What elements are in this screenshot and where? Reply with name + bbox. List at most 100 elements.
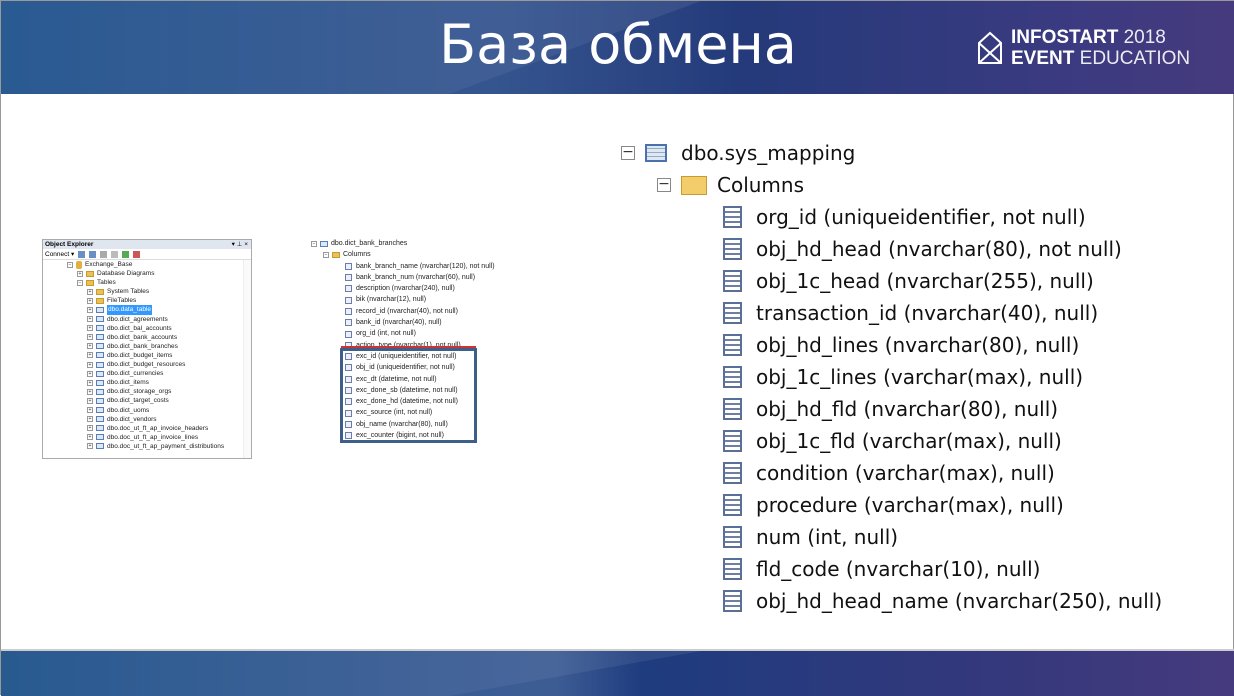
tree-item-column[interactable]: obj_1c_head (nvarchar(255), null) <box>621 265 1162 297</box>
tree-item-column[interactable]: num (int, null) <box>621 521 1162 553</box>
tree-item-column[interactable]: bik (nvarchar(12), null) <box>311 294 495 305</box>
expand-icon[interactable]: + <box>77 270 83 277</box>
tree-item-column[interactable]: record_id (nvarchar(40), not null) <box>311 306 495 317</box>
connect-icon[interactable] <box>78 250 86 258</box>
tree-item-column[interactable]: transaction_id (nvarchar(40), null) <box>621 297 1162 329</box>
expand-icon[interactable]: + <box>87 297 93 304</box>
tree-item-table[interactable]: − dbo.dict_bank_branches <box>311 238 495 249</box>
filter-icon[interactable] <box>111 250 119 258</box>
column-icon <box>723 494 742 516</box>
expand-icon[interactable]: + <box>87 407 93 414</box>
disconnect-icon[interactable] <box>89 250 97 258</box>
tree-item-table[interactable]: + dbo.dict_bank_branches <box>43 342 251 351</box>
table-icon <box>96 325 104 332</box>
tree-item-table[interactable]: + dbo.doc_ut_ft_ap_invoice_lines <box>43 433 251 442</box>
tree-item-table[interactable]: + dbo.dict_budget_items <box>43 351 251 360</box>
tree-item-column[interactable]: obj_1c_fld (varchar(max), null) <box>621 425 1162 457</box>
tree-item-table[interactable]: + dbo.dict_target_costs <box>43 396 251 405</box>
collapse-icon[interactable]: − <box>657 177 671 192</box>
tree-item-table[interactable]: + dbo.dict_vendors <box>43 415 251 424</box>
object-explorer-toolbar: Connect ▾ <box>43 249 251 260</box>
tree-item-table[interactable]: + dbo.dict_bank_accounts <box>43 333 251 342</box>
expand-icon[interactable]: + <box>87 370 93 377</box>
tree-label: fld_code (nvarchar(10), null) <box>756 557 1041 581</box>
tree-item-table[interactable]: + dbo.dict_bal_accounts <box>43 324 251 333</box>
tree-item-table[interactable]: + dbo.dict_agreements <box>43 315 251 324</box>
tree-item-column[interactable]: bank_id (nvarchar(40), null) <box>311 317 495 328</box>
tree-item-column[interactable]: obj_hd_lines (nvarchar(80), null) <box>621 329 1162 361</box>
collapse-icon[interactable]: − <box>323 251 329 258</box>
expand-icon[interactable]: + <box>87 416 93 423</box>
tree-item-folder[interactable]: − Tables <box>43 278 251 287</box>
tree-item-table[interactable]: + dbo.dict_uoms <box>43 406 251 415</box>
tree-item-folder[interactable]: + FileTables <box>43 296 251 305</box>
tree-item-column[interactable]: procedure (varchar(max), null) <box>621 489 1162 521</box>
expand-icon[interactable]: + <box>87 434 93 441</box>
collapse-icon[interactable]: − <box>621 145 635 160</box>
table-icon <box>96 397 104 404</box>
vertical-scrollbar[interactable] <box>243 260 251 458</box>
expand-icon[interactable]: + <box>87 343 93 350</box>
tree-item-column[interactable]: obj_hd_fld (nvarchar(80), null) <box>621 393 1162 425</box>
tree-label: obj_1c_fld (varchar(max), null) <box>756 429 1062 453</box>
tree-item-column[interactable]: bank_branch_name (nvarchar(120), not nul… <box>311 261 495 272</box>
expand-icon[interactable]: + <box>87 397 93 404</box>
tree-item-table[interactable]: − dbo.sys_mapping <box>621 137 1162 169</box>
tree-label: org_id (uniqueidentifier, not null) <box>756 205 1086 229</box>
tree-item-table[interactable]: + dbo.doc_ut_ft_ap_invoice_headers <box>43 424 251 433</box>
connect-button[interactable]: Connect ▾ <box>45 249 74 260</box>
tree-item-column[interactable]: obj_hd_head (nvarchar(80), not null) <box>621 233 1162 265</box>
expand-icon[interactable]: + <box>87 307 93 314</box>
tree-item-table[interactable]: + dbo.dict_currencies <box>43 369 251 378</box>
tree-item-folder[interactable]: + Database Diagrams <box>43 269 251 278</box>
tree-label: Tables <box>97 279 116 287</box>
expand-icon[interactable]: + <box>87 361 93 368</box>
tree-item-column[interactable]: description (nvarchar(240), null) <box>311 283 495 294</box>
expand-icon[interactable]: + <box>87 379 93 386</box>
tree-label: procedure (varchar(max), null) <box>756 493 1064 517</box>
tree-item-column[interactable]: org_id (uniqueidentifier, not null) <box>621 201 1162 233</box>
expand-icon[interactable]: + <box>87 425 93 432</box>
tree-item-table[interactable]: + dbo.dict_storage_orgs <box>43 387 251 396</box>
tree-item-folder[interactable]: − Columns <box>311 249 495 260</box>
exchange-columns-highlight <box>340 348 477 443</box>
expand-icon[interactable]: + <box>87 316 93 323</box>
tree-item-folder[interactable]: + System Tables <box>43 287 251 296</box>
tree-label: transaction_id (nvarchar(40), null) <box>756 301 1099 325</box>
collapse-icon[interactable]: − <box>67 261 73 268</box>
tree-item-column[interactable]: obj_hd_head_name (nvarchar(250), null) <box>621 585 1162 617</box>
tree-item-column[interactable]: fld_code (nvarchar(10), null) <box>621 553 1162 585</box>
tree-item-table[interactable]: + dbo.dict_items <box>43 378 251 387</box>
tree-item-database[interactable]: − Exchange_Base <box>43 260 251 269</box>
collapse-icon[interactable]: − <box>311 240 317 247</box>
expand-icon[interactable]: + <box>87 443 93 450</box>
expand-icon[interactable]: + <box>87 352 93 359</box>
tree-item-column[interactable]: org_id (int, not null) <box>311 328 495 339</box>
expand-icon[interactable]: + <box>87 325 93 332</box>
column-icon <box>345 296 352 304</box>
stop-icon[interactable] <box>100 250 108 258</box>
tree-item-table[interactable]: + dbo.dict_budget_resources <box>43 360 251 369</box>
table-icon <box>96 407 104 414</box>
refresh-icon[interactable] <box>122 250 130 258</box>
tree-label: num (int, null) <box>756 525 899 549</box>
tree-item-column[interactable]: condition (varchar(max), null) <box>621 457 1162 489</box>
tree-label: bank_id (nvarchar(40), null) <box>356 319 442 327</box>
tree-label: dbo.dict_target_costs <box>107 397 169 405</box>
activity-icon[interactable] <box>133 250 141 258</box>
tree-item-column[interactable]: obj_1c_lines (varchar(max), null) <box>621 361 1162 393</box>
expand-icon[interactable]: + <box>87 288 93 295</box>
tree-item-table[interactable]: + dbo.data_table <box>43 305 251 315</box>
expand-icon[interactable]: + <box>87 334 93 341</box>
tree-item-column[interactable]: bank_branch_num (nvarchar(60), null) <box>311 272 495 283</box>
collapse-icon[interactable]: − <box>77 279 83 286</box>
tree-item-folder[interactable]: − Columns <box>621 169 1162 201</box>
tree-label: record_id (nvarchar(40), not null) <box>356 307 458 315</box>
column-icon <box>723 206 742 228</box>
expand-icon[interactable]: + <box>87 388 93 395</box>
column-icon <box>723 302 742 324</box>
panel-controls[interactable]: ▾ ⊥ × <box>232 240 251 249</box>
tree-item-table[interactable]: + dbo.doc_ut_ft_ap_payment_distributions <box>43 442 251 451</box>
tree-label: org_id (int, not null) <box>356 330 416 338</box>
table-icon <box>96 370 104 377</box>
